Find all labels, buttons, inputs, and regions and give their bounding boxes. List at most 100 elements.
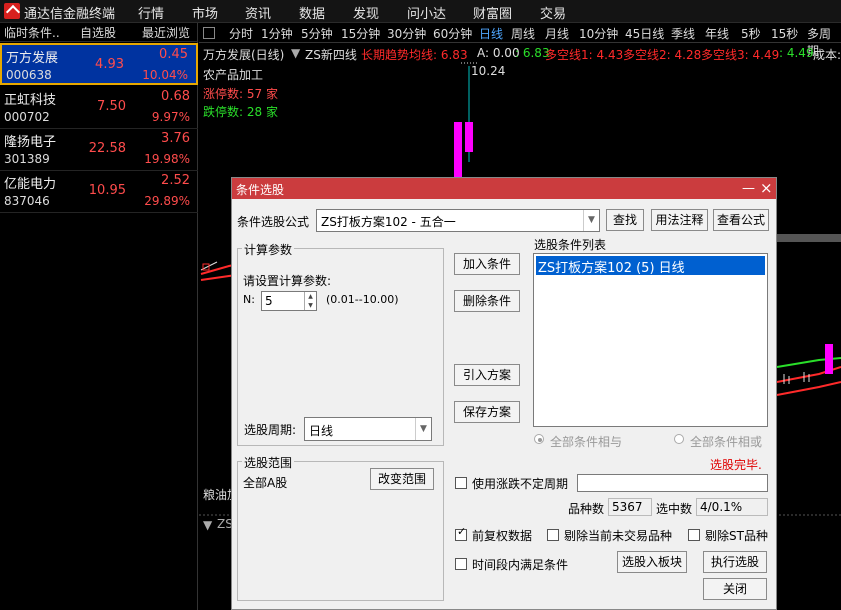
tab-period-1min[interactable]: 1分钟 xyxy=(261,25,293,42)
radio-dot-icon xyxy=(538,438,542,442)
add-condition-button[interactable]: 加入条件 xyxy=(454,253,520,275)
tab-period-15min[interactable]: 15分钟 xyxy=(341,25,380,42)
radio-or[interactable] xyxy=(674,434,684,444)
indicator-value: A: 0.00 xyxy=(477,46,520,60)
exclude-st-checkbox[interactable] xyxy=(688,529,700,541)
usage-notes-button[interactable]: 用法注释 xyxy=(651,209,708,231)
tab-period-45day[interactable]: 45日线 xyxy=(625,25,664,42)
selected-label: 选中数 xyxy=(656,502,693,516)
tab-temp-condition[interactable]: 临时条件.. xyxy=(4,24,60,42)
restore-label: 前复权数据 xyxy=(472,529,533,543)
tab-recent[interactable]: 最近浏览 xyxy=(142,24,190,42)
selected-value: 4/0.1% xyxy=(700,500,743,514)
save-scheme-button[interactable]: 保存方案 xyxy=(454,401,520,423)
find-button[interactable]: 查找 xyxy=(606,209,644,231)
stock-screener-dialog: 条件选股 — × 条件选股公式 ZS打板方案102 - 五合一 ▼ 查找 用法注… xyxy=(231,177,777,610)
tab-period-15sec[interactable]: 15秒 xyxy=(771,25,798,42)
tab-period-5min[interactable]: 5分钟 xyxy=(301,25,333,42)
period-range-input[interactable] xyxy=(577,474,768,492)
menu-item-wealth[interactable]: 财富圈 xyxy=(473,3,512,22)
stock-price: 22.58 xyxy=(88,141,126,156)
tab-period-30min[interactable]: 30分钟 xyxy=(387,25,426,42)
count-label: 品种数 xyxy=(568,502,605,516)
stock-change: 3.76 xyxy=(161,131,190,146)
close-icon[interactable]: × xyxy=(760,179,773,197)
stock-name: 正虹科技 xyxy=(4,93,57,108)
tab-period-intraday[interactable]: 分时 xyxy=(229,25,253,42)
period-select[interactable]: 日线 ▼ xyxy=(304,417,432,441)
formula-value: ZS打板方案102 - 五合一 xyxy=(321,215,456,229)
condition-list[interactable]: ZS打板方案102 (5) 日线 xyxy=(533,253,768,427)
chevron-down-icon[interactable]: ▼ xyxy=(415,418,431,440)
menu-item-market[interactable]: 行情 xyxy=(138,3,164,22)
up-limit-count: 涨停数: 57 家 xyxy=(203,87,278,101)
stock-change: 0.68 xyxy=(161,89,190,104)
indicator-value: 成本: 2 xyxy=(813,48,841,62)
indicator-value: 多空线3: 4.49 xyxy=(701,48,780,62)
view-formula-button[interactable]: 查看公式 xyxy=(713,209,769,231)
menu-item-news[interactable]: 资讯 xyxy=(245,3,271,22)
stock-pct: 19.98% xyxy=(144,152,190,166)
chevron-down-icon[interactable]: ▼ xyxy=(291,46,300,60)
formula-select[interactable]: ZS打板方案102 - 五合一 ▼ xyxy=(316,209,600,232)
radio-and-label: 全部条件相与 xyxy=(550,435,623,449)
radio-or-label: 全部条件相或 xyxy=(690,435,763,449)
tab-period-week[interactable]: 周线 xyxy=(511,25,535,42)
menu-item-ask[interactable]: 问小达 xyxy=(407,3,446,22)
app-logo-icon xyxy=(4,3,20,19)
tab-period-year[interactable]: 年线 xyxy=(705,25,729,42)
indicator-name[interactable]: ZS新四线 xyxy=(305,46,357,62)
params-group-label: 计算参数 xyxy=(242,241,295,258)
app-title: 通达信金融终端 xyxy=(24,7,116,22)
toggle-icon[interactable] xyxy=(203,27,215,39)
import-scheme-button[interactable]: 引入方案 xyxy=(454,364,520,386)
time-range-checkbox[interactable] xyxy=(455,558,467,570)
status-text: 选股完毕. xyxy=(710,458,762,472)
tab-period-month[interactable]: 月线 xyxy=(545,25,569,42)
tab-period-10min[interactable]: 10分钟 xyxy=(579,25,618,42)
tab-period-60min[interactable]: 60分钟 xyxy=(433,25,472,42)
exclude-untraded-checkbox[interactable] xyxy=(547,529,559,541)
menu-item-markets[interactable]: 市场 xyxy=(192,3,218,22)
count-value: 5367 xyxy=(612,500,643,514)
menu-item-trade[interactable]: 交易 xyxy=(540,3,566,22)
period-value: 日线 xyxy=(309,424,334,438)
tab-period-season[interactable]: 季线 xyxy=(671,25,695,42)
param-n-stepper[interactable]: 5 ▲ ▼ xyxy=(261,291,317,311)
list-item[interactable]: ZS打板方案102 (5) 日线 xyxy=(536,256,765,276)
tab-period-5sec[interactable]: 5秒 xyxy=(741,25,761,42)
menu-item-discover[interactable]: 发现 xyxy=(353,3,379,22)
stepper-up-icon[interactable]: ▲ xyxy=(304,292,316,301)
formula-label: 条件选股公式 xyxy=(237,215,310,229)
period-toolbar: 分时 1分钟 5分钟 15分钟 30分钟 60分钟 日线 周线 月线 10分钟 … xyxy=(199,23,841,58)
stock-row[interactable]: 亿能电力 837046 10.95 2.52 29.89% xyxy=(0,171,198,213)
dialog-title-bar[interactable]: 条件选股 — × xyxy=(232,178,776,199)
minimize-icon[interactable]: — xyxy=(742,181,755,196)
chevron-down-icon[interactable]: ▼ xyxy=(583,210,599,231)
list-item-label: ZS打板方案102 (5) 日线 xyxy=(538,261,685,276)
stock-code: 000638 xyxy=(6,68,52,82)
to-block-button[interactable]: 选股入板块 xyxy=(617,551,687,573)
stock-pct: 9.97% xyxy=(151,110,190,124)
indicator-bar: 万方发展(日线) ▼ ZS新四线 长期趋势均线: 6.83 A: 0.00 : … xyxy=(199,44,841,62)
tab-watchlist[interactable]: 自选股 xyxy=(80,24,116,42)
price-marker: 10.24 xyxy=(471,64,506,78)
param-value: 5 xyxy=(265,294,273,308)
menu-item-data[interactable]: 数据 xyxy=(299,3,325,22)
stock-row[interactable]: 隆扬电子 301389 22.58 3.76 19.98% xyxy=(0,129,198,171)
change-scope-button[interactable]: 改变范围 xyxy=(370,468,434,490)
period-label: 选股周期: xyxy=(244,423,297,437)
stock-row[interactable]: 万方发展 000638 4.93 0.45 10.04% xyxy=(0,43,198,85)
stock-price: 7.50 xyxy=(97,99,126,114)
execute-button[interactable]: 执行选股 xyxy=(703,551,767,573)
use-period-checkbox[interactable] xyxy=(455,477,467,489)
scope-value: 全部A股 xyxy=(243,476,288,490)
tab-period-day[interactable]: 日线 xyxy=(479,25,503,42)
param-name: N: xyxy=(243,293,255,306)
delete-condition-button[interactable]: 删除条件 xyxy=(454,290,520,312)
stock-price: 10.95 xyxy=(88,183,126,198)
chevron-down-icon[interactable]: ▼ xyxy=(203,518,212,532)
stock-row[interactable]: 正虹科技 000702 7.50 0.68 9.97% xyxy=(0,87,198,129)
stepper-down-icon[interactable]: ▼ xyxy=(304,301,316,310)
close-button[interactable]: 关闭 xyxy=(703,578,767,600)
